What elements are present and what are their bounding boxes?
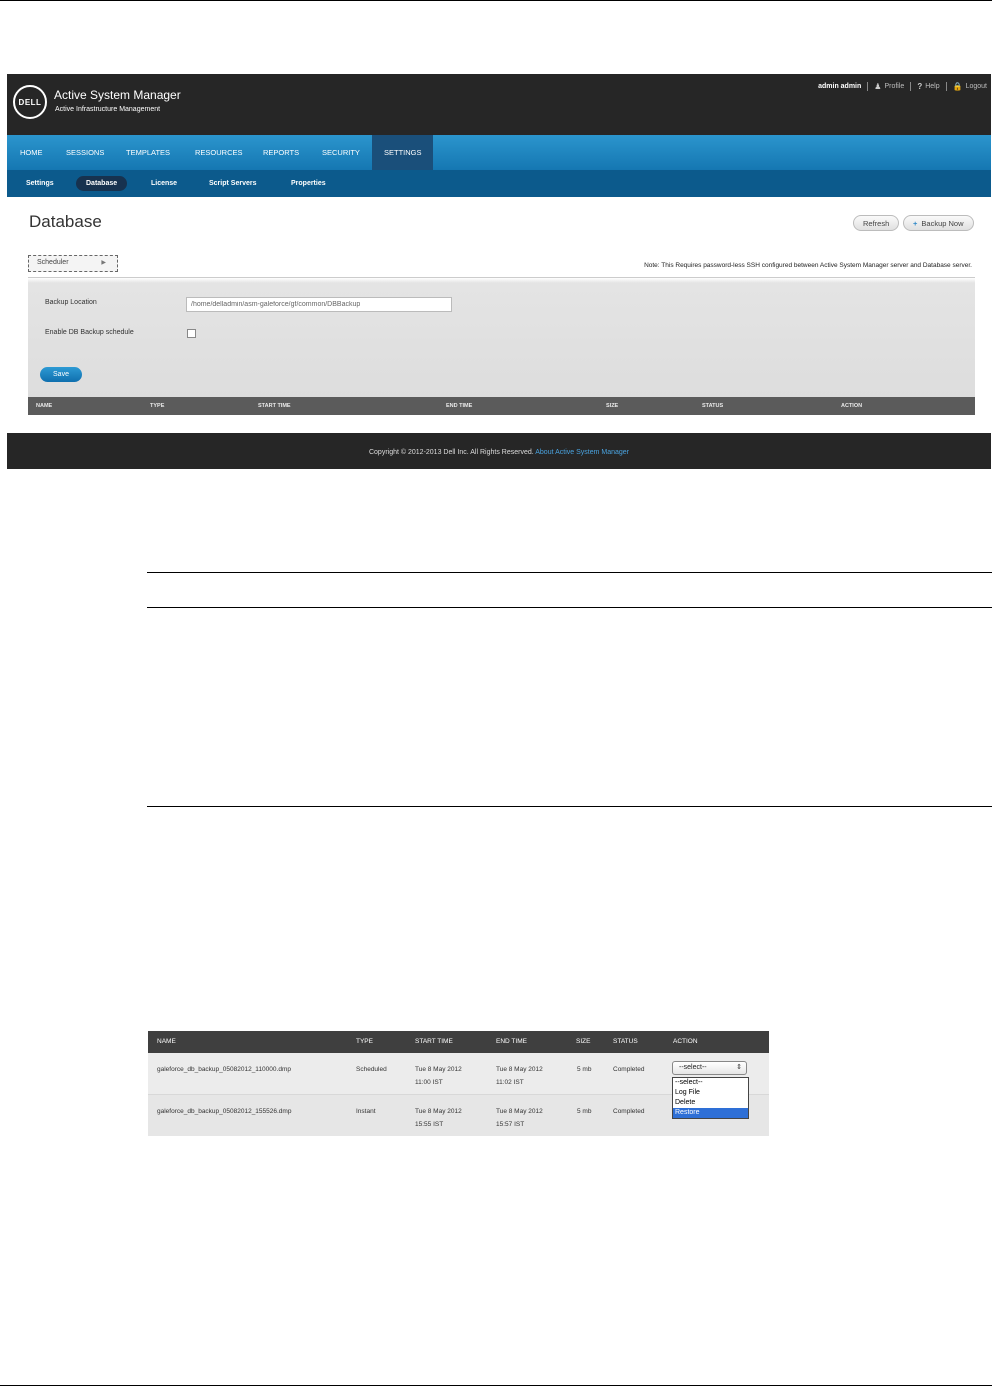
- backup-type: Instant: [356, 1108, 376, 1115]
- nav-sessions[interactable]: SESSIONS: [54, 135, 116, 170]
- subnav-license[interactable]: License: [141, 176, 187, 191]
- divider: [867, 82, 869, 91]
- col-name[interactable]: NAME: [36, 403, 52, 409]
- backup-name: galeforce_db_backup_05082012_155526.dmp: [157, 1108, 292, 1115]
- col-action[interactable]: ACTION: [673, 1038, 698, 1045]
- backup-size: 5 mb: [577, 1066, 592, 1073]
- backup-status: Completed: [613, 1108, 645, 1115]
- backup-size: 5 mb: [577, 1108, 592, 1115]
- col-action[interactable]: ACTION: [841, 403, 862, 409]
- plus-icon: +: [913, 219, 918, 228]
- subnav-properties[interactable]: Properties: [281, 176, 336, 191]
- end-clock: 15:57 IST: [496, 1121, 525, 1128]
- divider: [945, 82, 947, 91]
- nav-security[interactable]: SECURITY: [310, 135, 372, 170]
- page-title: Database: [29, 212, 102, 231]
- sub-nav: Settings Database License Script Servers…: [7, 170, 991, 197]
- start-date: Tue 8 May 2012: [415, 1066, 462, 1073]
- subnav-script-servers[interactable]: Script Servers: [199, 176, 266, 191]
- enable-schedule-label: Enable DB Backup schedule: [45, 329, 134, 336]
- nav-settings[interactable]: SETTINGS: [372, 135, 433, 170]
- page-top-rule: [0, 0, 992, 1]
- app-header: DELL Active System Manager Active Infras…: [7, 74, 991, 135]
- table-rule: [147, 607, 992, 608]
- action-select-value: --select--: [679, 1064, 707, 1071]
- main-nav: HOME SESSIONS TEMPLATES RESOURCES REPORT…: [7, 135, 991, 170]
- profile-link[interactable]: Profile: [884, 83, 904, 90]
- table-header: NAME TYPE START TIME END TIME SIZE STATU…: [148, 1031, 769, 1053]
- caret-right-icon: ▶: [101, 260, 106, 266]
- backup-type: Scheduled: [356, 1066, 387, 1073]
- col-status[interactable]: STATUS: [613, 1038, 638, 1045]
- col-end-time[interactable]: END TIME: [496, 1038, 527, 1045]
- select-arrows-icon: ⇕: [736, 1064, 742, 1071]
- col-start-time[interactable]: START TIME: [258, 403, 291, 409]
- scheduler-toggle[interactable]: Scheduler ▶: [28, 255, 118, 272]
- start-clock: 11:00 IST: [415, 1079, 443, 1086]
- app-title: Active System Manager: [54, 88, 181, 102]
- backup-now-label: Backup Now: [921, 219, 964, 228]
- username: admin admin: [818, 83, 862, 90]
- app-subtitle: Active Infrastructure Management: [55, 106, 161, 113]
- user-icon: ♟: [874, 82, 882, 91]
- help-link[interactable]: Help: [925, 83, 939, 90]
- backup-location-input[interactable]: [186, 297, 452, 312]
- backup-status: Completed: [613, 1066, 645, 1073]
- option-log-file[interactable]: Log File: [673, 1088, 748, 1098]
- scheduler-label: Scheduler: [37, 259, 69, 266]
- end-time: Tue 8 May 2012 15:57 IST: [496, 1105, 543, 1131]
- end-date: Tue 8 May 2012: [496, 1066, 543, 1073]
- nav-resources[interactable]: RESOURCES: [183, 135, 255, 170]
- subnav-settings[interactable]: Settings: [16, 176, 64, 191]
- nav-home[interactable]: HOME: [8, 135, 55, 170]
- divider: [910, 82, 912, 91]
- backup-now-button[interactable]: + Backup Now: [903, 215, 974, 231]
- table-header: NAME TYPE START TIME END TIME SIZE STATU…: [28, 397, 975, 415]
- action-dropdown-list: --select-- Log File Delete Restore: [672, 1077, 749, 1119]
- start-clock: 15:55 IST: [415, 1121, 444, 1128]
- app-window: DELL Active System Manager Active Infras…: [7, 74, 991, 469]
- end-clock: 11:02 IST: [496, 1079, 524, 1086]
- option-delete[interactable]: Delete: [673, 1098, 748, 1108]
- start-date: Tue 8 May 2012: [415, 1108, 462, 1115]
- action-select[interactable]: --select-- ⇕: [672, 1061, 747, 1075]
- footer-text: Copyright © 2012-2013 Dell Inc. All Righ…: [7, 449, 991, 456]
- nav-templates[interactable]: TEMPLATES: [114, 135, 182, 170]
- end-time: Tue 8 May 2012 11:02 IST: [496, 1063, 543, 1089]
- col-end-time[interactable]: END TIME: [446, 403, 472, 409]
- option-restore[interactable]: Restore: [673, 1108, 748, 1118]
- col-name[interactable]: NAME: [157, 1038, 176, 1045]
- lock-icon: 🔒: [952, 82, 963, 91]
- help-icon: ?: [917, 82, 923, 91]
- col-type[interactable]: TYPE: [356, 1038, 373, 1045]
- scheduler-panel: Backup Location Enable DB Backup schedul…: [28, 277, 975, 415]
- ssh-note: Note: This Requires password-less SSH co…: [644, 262, 972, 269]
- refresh-button[interactable]: Refresh: [853, 215, 900, 231]
- table-rule: [147, 572, 992, 573]
- enable-schedule-checkbox[interactable]: [187, 329, 196, 338]
- user-menu: admin admin ♟ Profile ? Help 🔒 Logout: [818, 82, 987, 91]
- about-link[interactable]: About Active System Manager: [535, 449, 629, 456]
- col-start-time[interactable]: START TIME: [415, 1038, 453, 1045]
- table-rule: [147, 806, 992, 807]
- copyright: Copyright © 2012-2013 Dell Inc. All Righ…: [368, 449, 534, 456]
- backup-name: galeforce_db_backup_05082012_110000.dmp: [157, 1066, 291, 1073]
- subnav-database[interactable]: Database: [76, 176, 128, 191]
- page-bottom-rule: [0, 1385, 992, 1386]
- option-select[interactable]: --select--: [673, 1078, 748, 1088]
- dell-logo[interactable]: DELL: [13, 85, 47, 119]
- col-type[interactable]: TYPE: [150, 403, 164, 409]
- app-footer: Copyright © 2012-2013 Dell Inc. All Righ…: [7, 433, 991, 469]
- col-size[interactable]: SIZE: [576, 1038, 590, 1045]
- nav-reports[interactable]: REPORTS: [251, 135, 311, 170]
- logout-link[interactable]: Logout: [966, 83, 987, 90]
- backup-location-label: Backup Location: [45, 299, 97, 306]
- col-size[interactable]: SIZE: [606, 403, 618, 409]
- start-time: Tue 8 May 2012 15:55 IST: [415, 1105, 462, 1131]
- start-time: Tue 8 May 2012 11:00 IST: [415, 1063, 462, 1089]
- save-button[interactable]: Save: [40, 367, 82, 382]
- end-date: Tue 8 May 2012: [496, 1108, 543, 1115]
- col-status[interactable]: STATUS: [702, 403, 723, 409]
